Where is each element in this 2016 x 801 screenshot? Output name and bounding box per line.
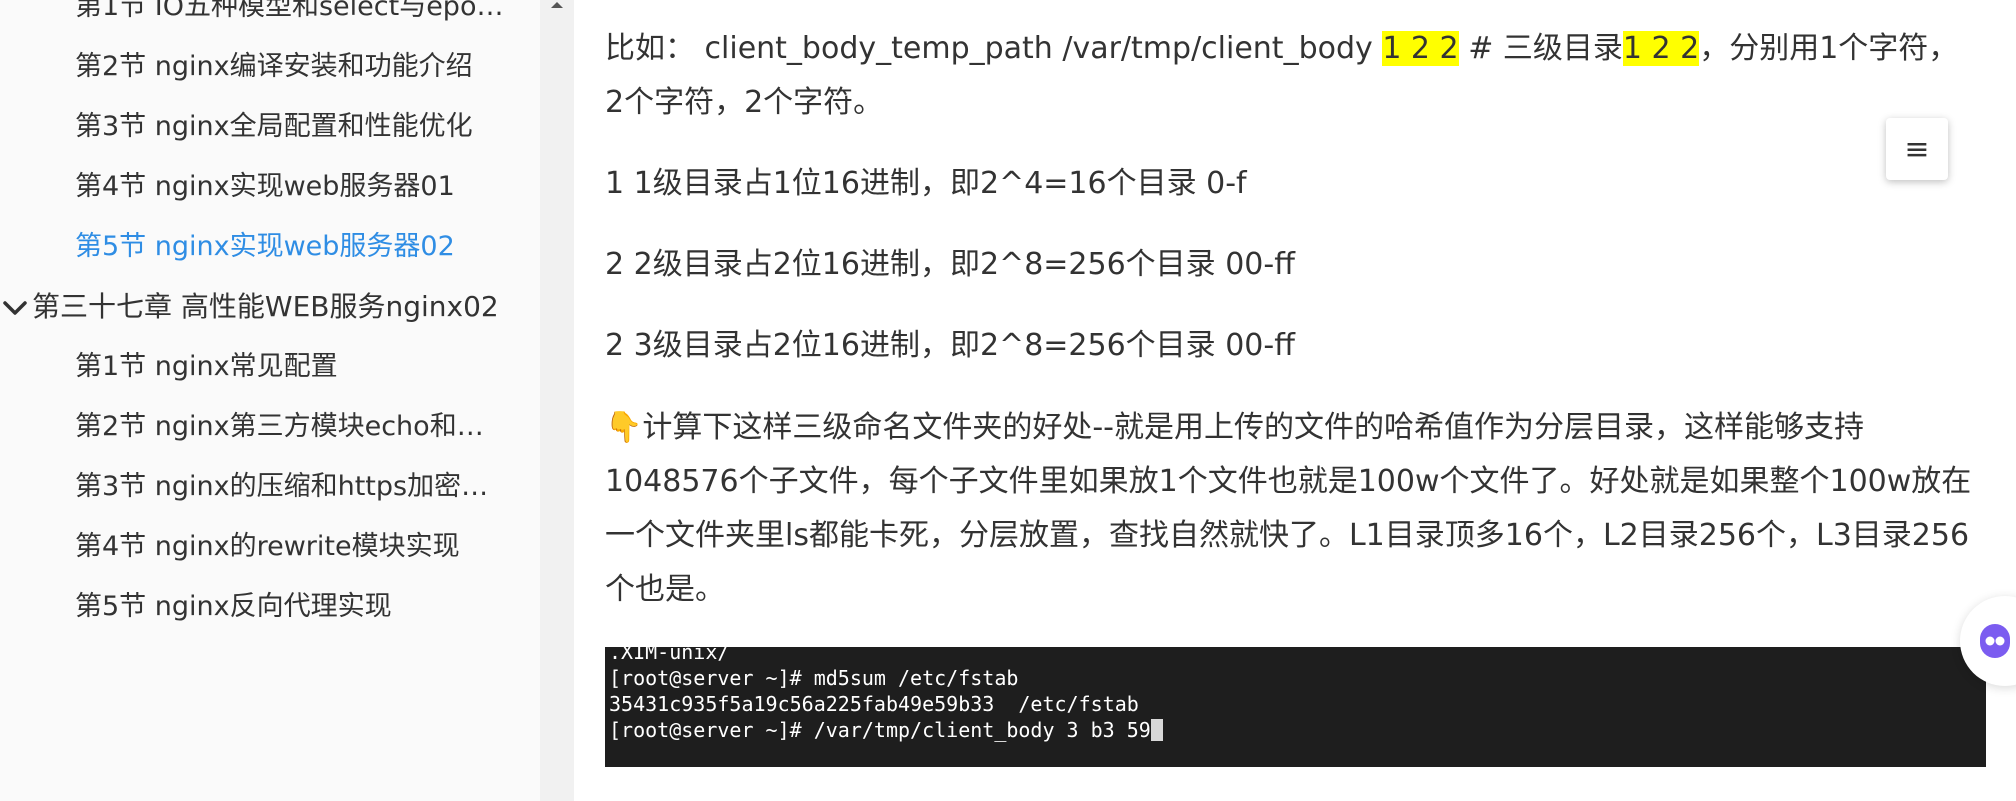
menu-icon: ≡ [1904, 131, 1930, 167]
sidebar-item-nginx-web-02[interactable]: 第5节 nginx实现web服务器02 [75, 227, 526, 267]
terminal-line: [root@server ~]# md5sum /etc/fstab [609, 666, 1019, 690]
scroll-up-arrow-icon[interactable] [540, 0, 574, 14]
paragraph-level1: 1 1级目录占1位16进制，即2^4=16个目录 0-f [605, 166, 1247, 201]
sidebar-item-nginx-rewrite[interactable]: 第4节 nginx的rewrite模块实现 [75, 527, 526, 567]
assistant-float-button[interactable] [1960, 596, 2016, 686]
article-content: 比如： client_body_temp_path /var/tmp/clien… [574, 0, 2016, 801]
paragraph-text: 比如： client_body_temp_path /var/tmp/clien… [605, 31, 1383, 66]
sidebar-chapter-37[interactable]: 第三十七章 高性能WEB服务nginx02 [0, 287, 526, 327]
terminal-command: [root@server ~]# /var/tmp/client_body 3 … [609, 718, 1151, 742]
chevron-down-icon [2, 298, 32, 318]
highlighted-levels: 1 2 2 [1622, 31, 1700, 66]
toc-toggle-button[interactable]: ≡ [1886, 118, 1948, 180]
sidebar-item-nginx-common-config[interactable]: 第1节 nginx常见配置 [75, 347, 526, 387]
sidebar-item-nginx-reverse-proxy[interactable]: 第5节 nginx反向代理实现 [75, 587, 526, 627]
pointing-down-emoji-icon: 👇 [605, 410, 643, 445]
sidebar-scrollbar[interactable] [540, 0, 574, 801]
sidebar-item-nginx-web-01[interactable]: 第4节 nginx实现web服务器01 [75, 167, 526, 207]
terminal-line: .XIM-unix/ [609, 647, 730, 664]
chapter-label: 第三十七章 高性能WEB服务nginx02 [32, 290, 499, 323]
paragraph-benefits: 👇计算下这样三级命名文件夹的好处--就是用上传的文件的哈希值作为分层目录，这样能… [605, 401, 1975, 617]
sidebar-item-io-models[interactable]: 第1节 IO五种模型和select与epo… [75, 0, 526, 27]
terminal-line: 35431c935f5a19c56a225fab49e59b33 /etc/fs… [609, 692, 1139, 716]
sidebar: 第1节 IO五种模型和select与epo… 第2节 nginx编译安装和功能介… [0, 0, 540, 801]
paragraph-text: 计算下这样三级命名文件夹的好处--就是用上传的文件的哈希值作为分层目录，这样能够… [605, 410, 1972, 607]
terminal-cursor [1150, 719, 1163, 741]
highlighted-levels: 1 2 2 [1382, 31, 1459, 66]
terminal-screenshot: .XIM-unix/ [root@server ~]# md5sum /etc/… [605, 647, 1986, 767]
sidebar-item-nginx-install[interactable]: 第2节 nginx编译安装和功能介绍 [75, 47, 526, 87]
assistant-robot-icon [1980, 624, 2010, 658]
paragraph-text: # 三级目录 [1458, 31, 1623, 66]
paragraph-temp-path: 比如： client_body_temp_path /var/tmp/clien… [605, 22, 1975, 130]
terminal-line: [root@server ~]# /var/tmp/client_body 3 … [609, 717, 1163, 743]
paragraph-level3: 2 3级目录占2位16进制，即2^8=256个目录 00-ff [605, 328, 1295, 363]
sidebar-item-nginx-https[interactable]: 第3节 nginx的压缩和https加密… [75, 467, 526, 507]
paragraph-level2: 2 2级目录占2位16进制，即2^8=256个目录 00-ff [605, 247, 1295, 282]
sidebar-item-nginx-global-config[interactable]: 第3节 nginx全局配置和性能优化 [75, 107, 526, 147]
sidebar-item-nginx-echo-module[interactable]: 第2节 nginx第三方模块echo和… [75, 407, 526, 447]
